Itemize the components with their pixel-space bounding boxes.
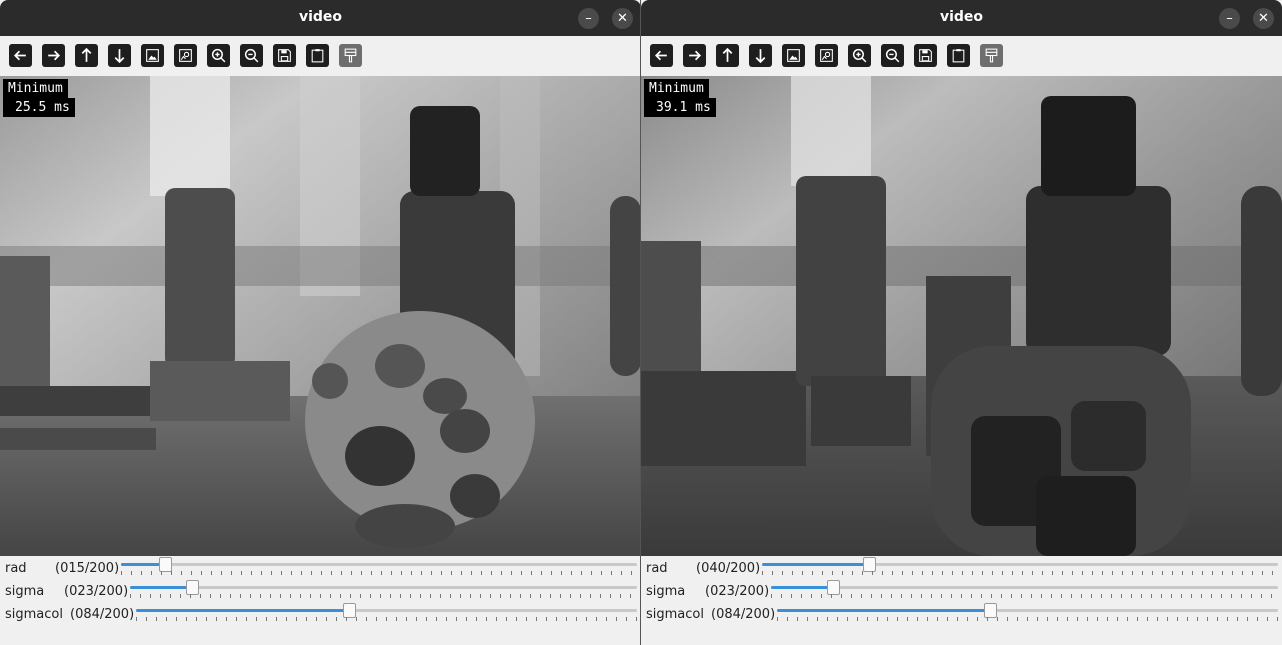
trackbar-track[interactable] xyxy=(121,557,637,572)
trackbar-fill xyxy=(777,609,988,612)
trackbar-track[interactable] xyxy=(771,580,1278,595)
trackbar-thumb[interactable] xyxy=(827,580,841,595)
arrow-down-icon[interactable] xyxy=(108,44,131,67)
minimize-button[interactable]: – xyxy=(578,8,599,29)
trackbar-sigmacol: sigmacol (084/200) xyxy=(0,603,641,626)
trackbar-thumb[interactable] xyxy=(983,603,997,618)
trackbar-thumb[interactable] xyxy=(158,557,172,572)
title-bar[interactable]: video – ✕ xyxy=(641,0,1282,36)
zoom-in-icon[interactable] xyxy=(848,44,871,67)
trackbar-rad: rad (040/200) xyxy=(641,557,1282,580)
arrow-left-icon[interactable] xyxy=(650,44,673,67)
trackbar-thumb[interactable] xyxy=(186,580,200,595)
paint-icon[interactable] xyxy=(980,44,1003,67)
zoom-in-icon[interactable] xyxy=(207,44,230,67)
trackbar-ticks xyxy=(130,594,637,598)
trackbar-ticks xyxy=(762,571,1278,575)
trackbar-panel: rad (040/200) sigma (023/200) sigmacol (… xyxy=(641,556,1282,645)
toolbar xyxy=(641,36,1282,76)
timing-label: Minimum xyxy=(3,79,68,98)
depth-image xyxy=(0,76,641,556)
video-window-right: video – ✕ Minimum 39.1 ms rad (040/200) … xyxy=(641,0,1282,645)
image-icon[interactable] xyxy=(141,44,164,67)
toolbar xyxy=(0,36,641,76)
trackbar-value: (084/200) xyxy=(711,607,776,622)
trackbar-panel: rad (015/200) sigma (023/200) sigmacol (… xyxy=(0,556,641,645)
timing-value: 39.1 ms xyxy=(644,98,716,117)
trackbar-sigma: sigma (023/200) xyxy=(641,580,1282,603)
trackbar-fill xyxy=(771,586,830,589)
trackbar-value: (023/200) xyxy=(64,584,129,599)
save-icon[interactable] xyxy=(273,44,296,67)
image-settings-icon[interactable] xyxy=(815,44,838,67)
trackbar-fill xyxy=(136,609,347,612)
trackbar-fill xyxy=(121,563,160,566)
trackbar-fill xyxy=(130,586,189,589)
trackbar-track[interactable] xyxy=(136,603,637,618)
trackbar-label: rad xyxy=(5,561,27,576)
trackbar-value: (023/200) xyxy=(705,584,770,599)
trackbar-ticks xyxy=(771,594,1278,598)
save-icon[interactable] xyxy=(914,44,937,67)
trackbar-thumb[interactable] xyxy=(863,557,877,572)
trackbar-sigmacol: sigmacol (084/200) xyxy=(641,603,1282,626)
video-window-left: video – ✕ Minimum 25.5 ms rad (015/200) … xyxy=(0,0,641,645)
trackbar-track[interactable] xyxy=(130,580,637,595)
zoom-out-icon[interactable] xyxy=(881,44,904,67)
trackbar-value: (015/200) xyxy=(55,561,120,576)
timing-label: Minimum xyxy=(644,79,709,98)
arrow-up-icon[interactable] xyxy=(75,44,98,67)
close-button[interactable]: ✕ xyxy=(1253,8,1274,29)
trackbar-label: sigmacol xyxy=(646,607,704,622)
clipboard-icon[interactable] xyxy=(947,44,970,67)
trackbar-value: (084/200) xyxy=(70,607,135,622)
image-icon[interactable] xyxy=(782,44,805,67)
zoom-out-icon[interactable] xyxy=(240,44,263,67)
arrow-down-icon[interactable] xyxy=(749,44,772,67)
trackbar-fill xyxy=(762,563,866,566)
arrow-right-icon[interactable] xyxy=(683,44,706,67)
trackbar-track[interactable] xyxy=(777,603,1278,618)
arrow-up-icon[interactable] xyxy=(716,44,739,67)
trackbar-label: sigmacol xyxy=(5,607,63,622)
trackbar-rad: rad (015/200) xyxy=(0,557,641,580)
trackbar-ticks xyxy=(136,617,637,621)
trackbar-ticks xyxy=(121,571,637,575)
trackbar-track[interactable] xyxy=(762,557,1278,572)
window-title: video xyxy=(298,9,343,25)
title-bar[interactable]: video – ✕ xyxy=(0,0,641,36)
paint-icon[interactable] xyxy=(339,44,362,67)
trackbar-label: rad xyxy=(646,561,668,576)
video-frame[interactable] xyxy=(0,76,641,556)
depth-image xyxy=(641,76,1282,556)
arrow-left-icon[interactable] xyxy=(9,44,32,67)
image-settings-icon[interactable] xyxy=(174,44,197,67)
clipboard-icon[interactable] xyxy=(306,44,329,67)
trackbar-thumb[interactable] xyxy=(342,603,356,618)
trackbar-label: sigma xyxy=(646,584,686,599)
video-frame[interactable] xyxy=(641,76,1282,556)
trackbar-value: (040/200) xyxy=(696,561,761,576)
close-button[interactable]: ✕ xyxy=(612,8,633,29)
arrow-right-icon[interactable] xyxy=(42,44,65,67)
trackbar-ticks xyxy=(777,617,1278,621)
window-title: video xyxy=(939,9,984,25)
trackbar-label: sigma xyxy=(5,584,45,599)
timing-value: 25.5 ms xyxy=(3,98,75,117)
trackbar-sigma: sigma (023/200) xyxy=(0,580,641,603)
minimize-button[interactable]: – xyxy=(1219,8,1240,29)
